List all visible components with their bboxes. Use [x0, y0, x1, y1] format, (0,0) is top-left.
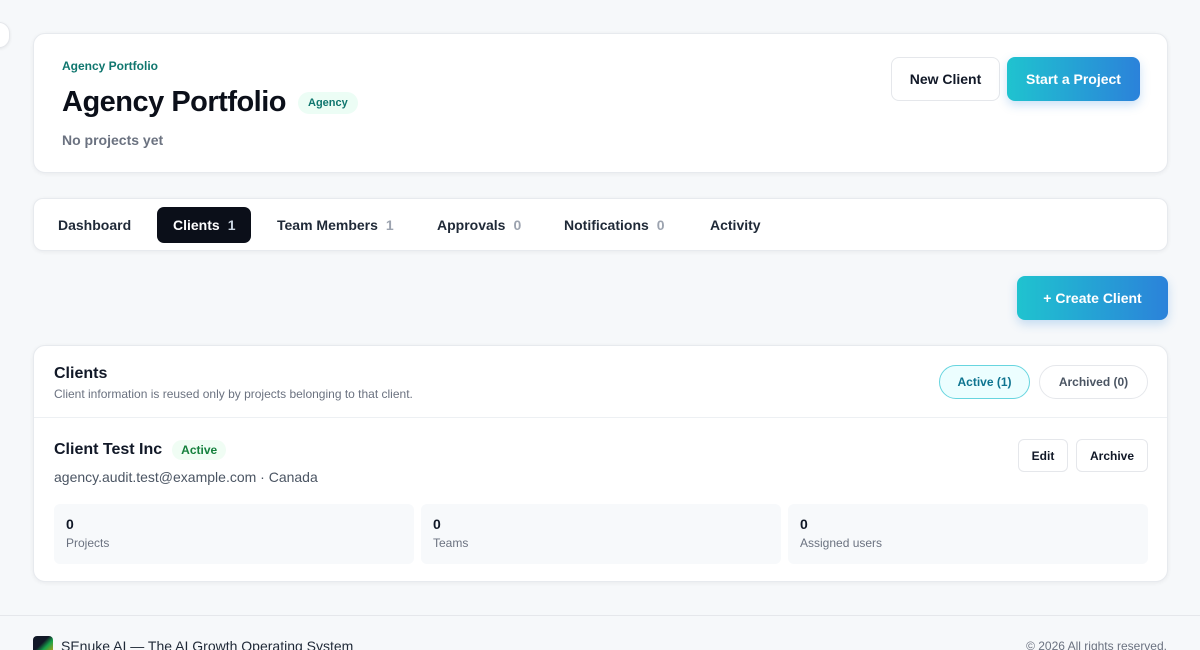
filter-archived-button[interactable]: Archived (0): [1039, 365, 1148, 399]
project-summary: No projects yet: [62, 132, 164, 148]
tab-activity[interactable]: Activity: [694, 207, 777, 243]
stat-value: 0: [66, 516, 74, 532]
tab-label: Team Members: [277, 217, 378, 233]
client-contact-info: agency.audit.test@example.com · Canada: [54, 469, 318, 485]
stat-value: 0: [800, 516, 808, 532]
tab-approvals[interactable]: Approvals 0: [421, 207, 537, 243]
stat-teams: 0 Teams: [421, 504, 781, 564]
account-type-badge: Agency: [298, 91, 358, 114]
tab-count: 0: [656, 217, 665, 233]
client-name: Client Test Inc: [54, 441, 163, 458]
title-row: Agency Portfolio Agency: [62, 86, 358, 119]
tab-label: Approvals: [437, 217, 506, 233]
tab-label: Clients: [173, 217, 220, 233]
stat-assigned-users: 0 Assigned users: [788, 504, 1148, 564]
status-badge: Active: [172, 440, 227, 460]
filter-active-button[interactable]: Active (1): [939, 365, 1030, 399]
section-title: Clients: [54, 365, 108, 382]
tab-dashboard[interactable]: Dashboard: [42, 207, 147, 243]
copyright: © 2026 All rights reserved.: [1026, 639, 1167, 650]
edit-client-button[interactable]: Edit: [1018, 439, 1068, 472]
footer-brand-text: SEnuke AI — The AI Growth Operating Syst…: [61, 638, 354, 650]
archive-client-button[interactable]: Archive: [1076, 439, 1148, 472]
start-project-button[interactable]: Start a Project: [1007, 57, 1140, 101]
stat-value: 0: [433, 516, 441, 532]
tab-bar: Dashboard Clients 1 Team Members 1 Appro…: [33, 198, 1168, 251]
breadcrumb[interactable]: Agency Portfolio: [62, 59, 158, 73]
create-client-button[interactable]: + Create Client: [1017, 276, 1168, 320]
clients-panel: Clients Client information is reused onl…: [33, 345, 1168, 582]
tab-label: Notifications: [564, 217, 649, 233]
section-description: Client information is reused only by pro…: [54, 387, 413, 401]
tab-clients[interactable]: Clients 1: [157, 207, 252, 243]
tab-count: 1: [385, 217, 394, 233]
sidebar-toggle-handle[interactable]: [0, 22, 10, 48]
new-client-button[interactable]: New Client: [891, 57, 1000, 101]
divider: [34, 417, 1167, 418]
page-title: Agency Portfolio: [62, 86, 287, 118]
tab-notifications[interactable]: Notifications 0: [548, 207, 681, 243]
footer-brand: SEnuke AI — The AI Growth Operating Syst…: [33, 636, 353, 650]
tab-count: 0: [513, 217, 522, 233]
stat-label: Teams: [433, 536, 469, 550]
stat-projects: 0 Projects: [54, 504, 414, 564]
footer-divider: [0, 615, 1200, 616]
tab-count: 1: [227, 217, 236, 233]
tab-label: Activity: [710, 217, 761, 233]
client-heading: Client Test Inc Active: [54, 440, 227, 460]
portfolio-header: Agency Portfolio Agency Portfolio Agency…: [33, 33, 1168, 173]
brand-logo-icon: [33, 636, 53, 650]
tab-label: Dashboard: [58, 217, 132, 233]
page: Agency Portfolio Agency Portfolio Agency…: [0, 0, 1200, 650]
stat-label: Projects: [66, 536, 110, 550]
stat-label: Assigned users: [800, 536, 883, 550]
tab-team-members[interactable]: Team Members 1: [261, 207, 410, 243]
